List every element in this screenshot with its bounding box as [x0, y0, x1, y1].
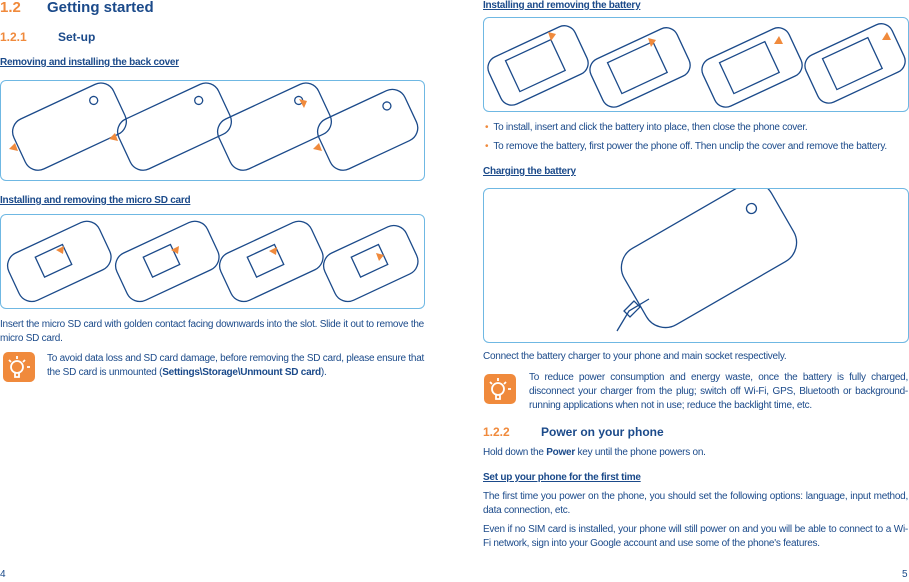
back-cover-illustration	[0, 80, 425, 181]
subsection-title: Set-up	[58, 30, 96, 44]
section-number: 1.2	[0, 0, 21, 16]
bullet-item: • To remove the battery, first power the…	[485, 140, 909, 154]
sd-card-illustration	[0, 214, 425, 309]
power-text-end: key until the phone powers on.	[574, 447, 706, 458]
sd-heading: Installing and removing the micro SD car…	[0, 195, 191, 206]
back-cover-heading: Removing and installing the back cover	[0, 57, 179, 68]
section-title: Getting started	[47, 0, 154, 16]
bullet-dot-icon: •	[485, 141, 489, 152]
power-paragraph: Hold down the Power key until the phone …	[483, 446, 706, 460]
charging-paragraph: Connect the battery charger to your phon…	[483, 351, 787, 362]
power-text: Hold down the	[483, 447, 547, 458]
phone-charging-image	[616, 181, 798, 332]
phones-back-cover-image	[9, 82, 419, 171]
sd-paragraph: Insert the micro SD card with golden con…	[0, 319, 424, 344]
bullet-dot-icon: •	[485, 122, 489, 133]
charging-tip-text: To reduce power consumption and energy w…	[529, 372, 908, 411]
setup-paragraph-2: Even if no SIM card is installed, your p…	[483, 524, 908, 549]
bullet-text: To install, insert and click the battery…	[493, 122, 808, 133]
charging-illustration	[483, 181, 909, 343]
phones-sd-card-image	[6, 220, 419, 303]
lightbulb-tip-icon	[3, 352, 35, 382]
sd-tip-text: To avoid data loss and SD card damage, b…	[47, 352, 425, 380]
battery-illustration	[483, 17, 909, 112]
battery-heading: Installing and removing the battery	[483, 0, 641, 11]
setup-heading: Set up your phone for the first time	[483, 472, 641, 483]
power-key-label: Power	[546, 447, 575, 458]
settings-path: Settings\Storage\Unmount SD card	[162, 367, 321, 378]
subsection-number-2: 1.2.2	[483, 425, 510, 439]
charging-heading: Charging the battery	[483, 166, 576, 177]
subsection-number: 1.2.1	[0, 30, 27, 44]
phones-battery-image	[487, 23, 906, 108]
bullet-text: To remove the battery, first power the p…	[493, 141, 887, 152]
subsection-title-2: Power on your phone	[541, 425, 664, 439]
tip-text-end: ).	[320, 367, 327, 378]
lightbulb-tip-icon	[484, 374, 516, 404]
setup-paragraph-1: The first time you power on the phone, y…	[483, 491, 908, 516]
bullet-item: • To install, insert and click the batte…	[485, 121, 909, 135]
